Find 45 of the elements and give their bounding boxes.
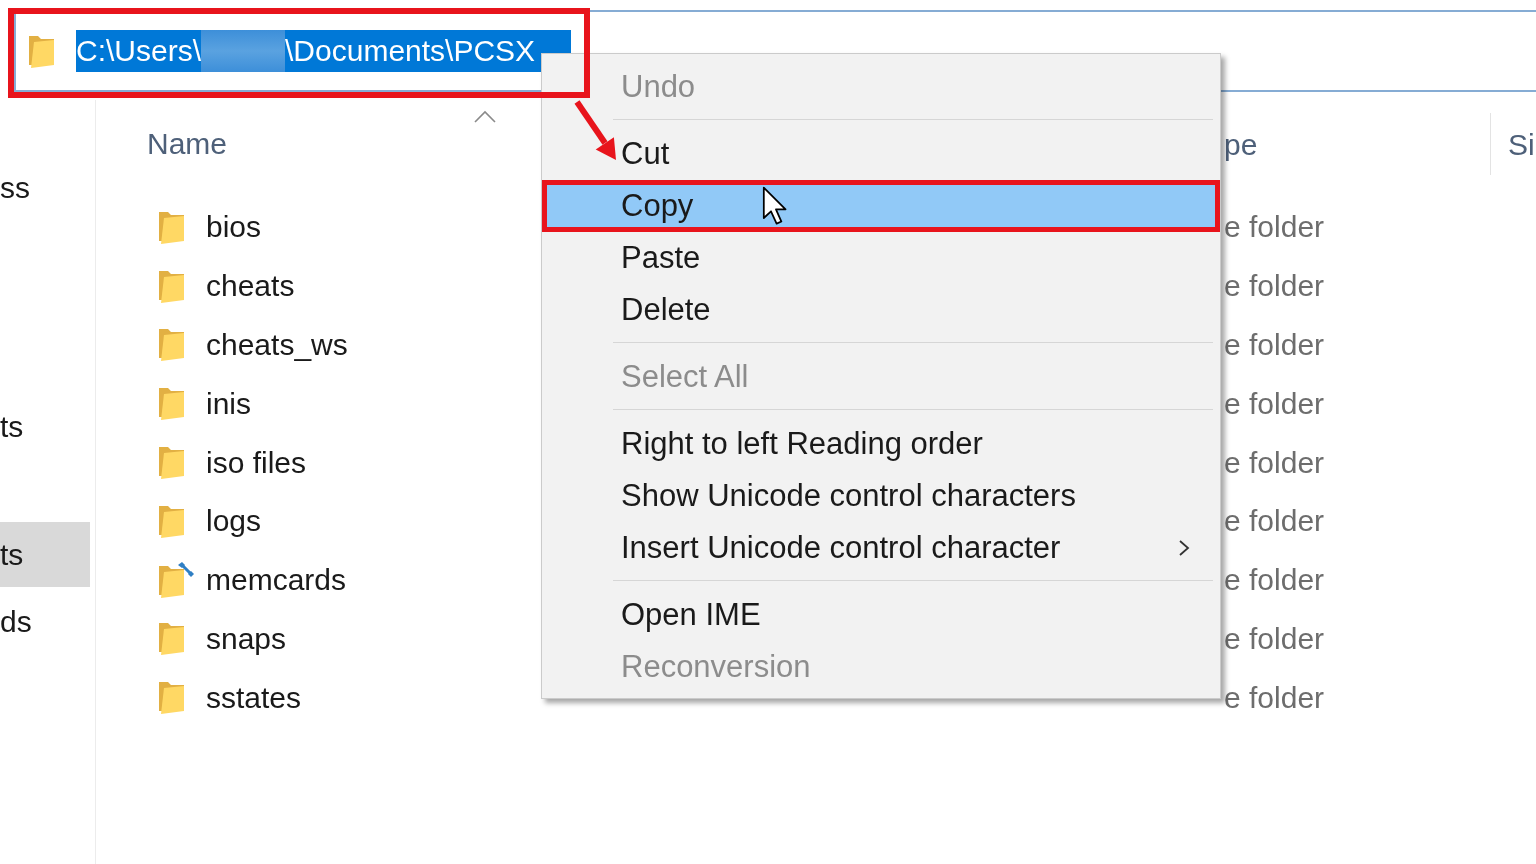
file-name[interactable]: logs xyxy=(206,502,262,541)
type-cell-text: e folder xyxy=(1223,209,1326,246)
column-header[interactable]: Si xyxy=(1508,100,1536,163)
folder-icon xyxy=(28,34,55,68)
menu-item[interactable]: Open IME xyxy=(542,589,1220,641)
file-name[interactable]: iso files xyxy=(206,443,307,482)
type-cell-text: e folder xyxy=(1223,268,1326,305)
type-cell-text: e folder xyxy=(1223,327,1326,363)
folder-icon xyxy=(158,210,185,244)
type-cell-text: e folder xyxy=(1223,562,1326,599)
menu-item[interactable]: Cut xyxy=(542,128,1220,180)
folder-icon xyxy=(158,269,185,303)
folder-icon xyxy=(158,622,185,656)
file-name[interactable]: memcards xyxy=(206,561,347,600)
menu-item[interactable]: Paste xyxy=(542,232,1220,284)
column-header[interactable]: pe xyxy=(1218,100,1490,163)
menu-item[interactable]: Right to left Reading order xyxy=(542,418,1220,470)
file-name[interactable]: bios xyxy=(206,208,262,247)
menu-item[interactable]: Delete xyxy=(542,284,1220,336)
type-cell-text: e folder xyxy=(1223,385,1326,422)
file-name[interactable]: snaps xyxy=(206,619,287,658)
nav-item[interactable]: ss xyxy=(0,155,90,220)
menu-item[interactable]: Copy xyxy=(542,180,1220,232)
file-name[interactable]: sstates xyxy=(206,678,302,717)
folder-icon xyxy=(158,387,185,421)
nav-item[interactable]: ts xyxy=(0,394,90,459)
type-cell-text: e folder xyxy=(1223,503,1326,540)
menu-item[interactable]: Insert Unicode control character xyxy=(542,522,1220,574)
type-cell-text: e folder xyxy=(1223,679,1326,716)
folder-badge-icon xyxy=(158,562,194,599)
folder-icon xyxy=(158,446,185,480)
type-cell-text: e folder xyxy=(1223,620,1326,657)
nav-item[interactable]: ds xyxy=(0,589,90,654)
type-cell-text: e folder xyxy=(1223,444,1326,481)
path-text: \Documents\PCSX xyxy=(285,33,536,69)
folder-icon xyxy=(158,504,185,538)
file-name[interactable]: cheats xyxy=(206,267,295,306)
file-name[interactable]: inis xyxy=(206,384,251,423)
cursor-icon xyxy=(762,186,788,226)
menu-item[interactable]: Show Unicode control characters xyxy=(542,470,1220,522)
nav-item[interactable]: ts xyxy=(0,522,90,587)
file-name[interactable]: cheats_ws xyxy=(206,326,348,364)
folder-icon xyxy=(158,681,185,715)
path-text: C:\Users\ xyxy=(76,33,201,69)
folder-icon xyxy=(158,328,185,362)
